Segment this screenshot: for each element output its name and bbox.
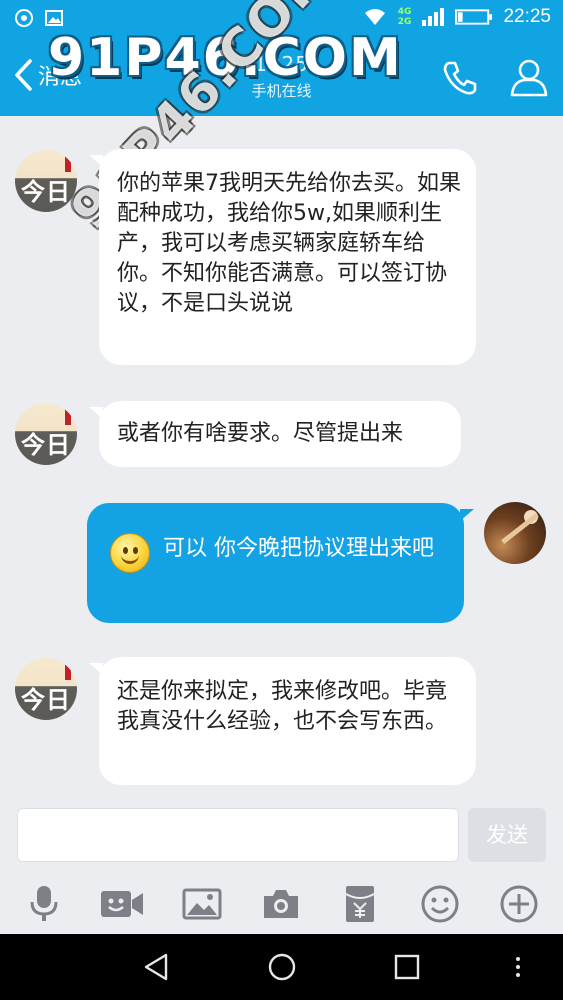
contact-profile-icon[interactable] — [508, 56, 550, 98]
system-navigation-bar — [0, 934, 563, 1000]
send-button[interactable]: 发送 — [468, 808, 546, 862]
status-bar: 4G 2G 22:25 — [0, 0, 563, 40]
my-avatar[interactable] — [484, 502, 546, 564]
nav-recents-icon[interactable] — [392, 952, 422, 982]
nav-back-icon[interactable] — [142, 952, 172, 982]
message-text: 可以 你今晚把协议理出来吧 — [163, 536, 434, 561]
avatar-label: 今日 — [21, 431, 71, 459]
message-bubble[interactable]: 还是你来拟定，我来修改吧。毕竟我真没什么经验，也不会写东西。 — [89, 657, 476, 785]
avatar-label: 今日 — [21, 686, 71, 714]
nav-menu-icon[interactable] — [503, 952, 533, 982]
chat-header: 消息 1025 手机在线 — [0, 40, 563, 116]
plus-icon[interactable] — [499, 884, 539, 924]
message-input[interactable] — [17, 808, 459, 862]
message-text: 你的苹果7我明天先给你去买。如果配种成功，我给你5w,如果顺利生产，我可以考虑买… — [117, 171, 461, 316]
network-type-top: 4G — [397, 7, 412, 17]
wifi-icon — [364, 9, 385, 25]
contact-avatar[interactable]: 今日 — [15, 150, 77, 212]
message-bubble-outgoing[interactable]: 可以 你今晚把协议理出来吧 — [87, 503, 474, 623]
message-text: 还是你来拟定，我来修改吧。毕竟我真没什么经验，也不会写东西。 — [117, 679, 448, 734]
microphone-icon[interactable] — [24, 884, 64, 924]
red-packet-icon[interactable] — [340, 884, 380, 924]
hotspot-icon — [15, 9, 33, 27]
image-icon[interactable] — [182, 884, 222, 924]
network-type-bottom: 2G — [397, 17, 412, 27]
message-bubble[interactable]: 或者你有啥要求。尽管提出来 — [89, 401, 461, 467]
avatar-label: 今日 — [21, 178, 71, 206]
gallery-notification-icon — [45, 10, 63, 26]
contact-avatar[interactable]: 今日 — [15, 658, 77, 720]
camera-icon[interactable] — [261, 884, 301, 924]
contact-avatar[interactable]: 今日 — [15, 403, 77, 465]
message-text: 或者你有啥要求。尽管提出来 — [117, 421, 404, 446]
signal-icon — [422, 8, 445, 26]
emoji-icon[interactable] — [420, 884, 460, 924]
composer: 发送 — [0, 800, 563, 872]
video-icon[interactable] — [100, 884, 144, 924]
message-list[interactable]: 今日 你的苹果7我明天先给你去买。如果配种成功，我给你5w,如果顺利生产，我可以… — [0, 116, 563, 800]
message-bubble[interactable]: 你的苹果7我明天先给你去买。如果配种成功，我给你5w,如果顺利生产，我可以考虑买… — [89, 149, 476, 365]
composer-toolbar — [0, 872, 563, 934]
nav-home-icon[interactable] — [267, 952, 297, 982]
phone-icon[interactable] — [440, 58, 480, 98]
status-time: 22:25 — [503, 6, 551, 27]
network-type: 4G 2G — [398, 7, 412, 27]
battery-icon — [455, 9, 493, 25]
